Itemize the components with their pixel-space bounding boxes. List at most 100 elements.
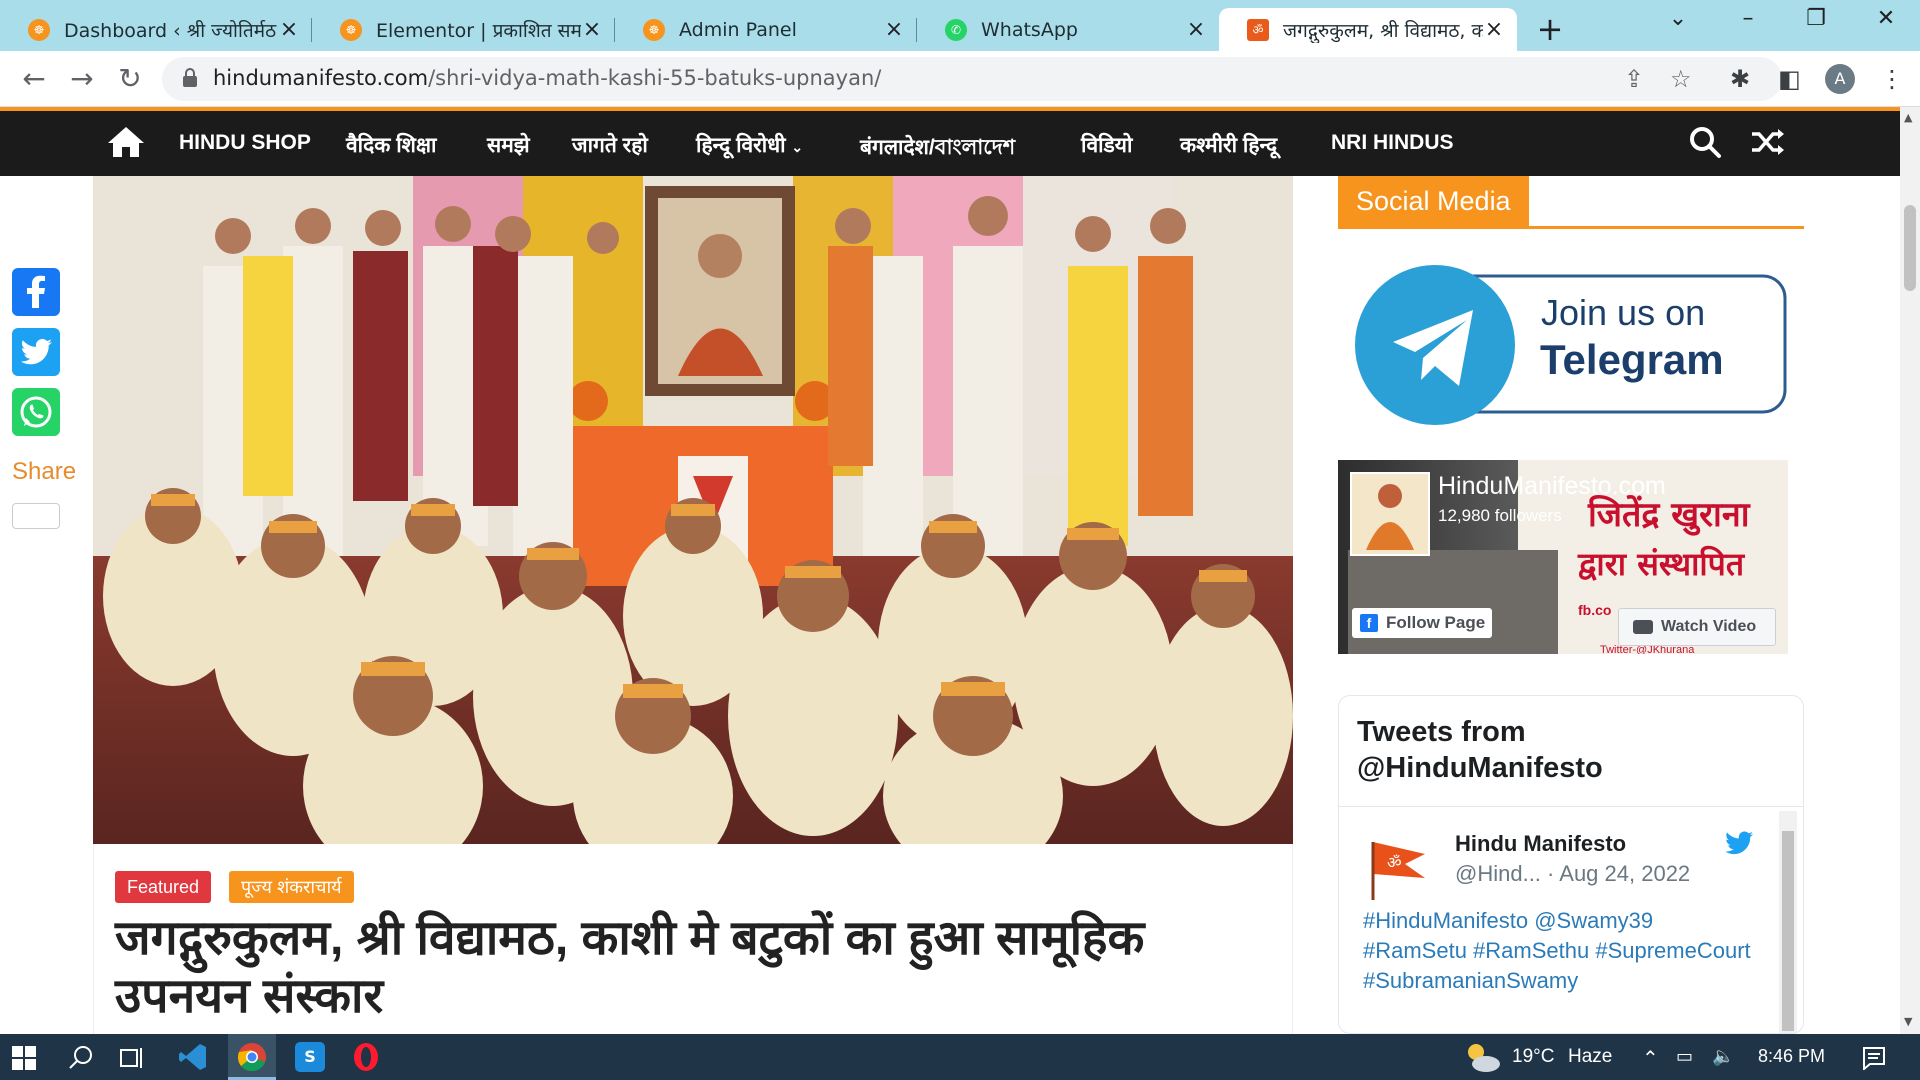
nav-item-bangladesh[interactable]: बंगलादेश/বাংলাদেশ	[860, 131, 1015, 166]
facebook-page-name[interactable]: HinduManifesto.com	[1438, 472, 1666, 501]
tag-shankaracharya[interactable]: पूज्य शंकराचार्य	[229, 871, 354, 903]
chrome-icon[interactable]	[237, 1042, 267, 1072]
restore-icon[interactable]: ❐	[1796, 6, 1836, 31]
windows-taskbar: S 19°C Haze ⌃ ▭ 🔈 8:46 PM	[0, 1034, 1920, 1080]
chevron-down-icon: ⌄	[791, 139, 804, 155]
clock-time[interactable]: 8:46 PM	[1758, 1046, 1825, 1067]
battery-icon[interactable]: ▭	[1676, 1046, 1693, 1067]
facebook-page-logo	[1350, 472, 1430, 556]
home-icon[interactable]	[106, 125, 146, 159]
back-arrow-icon[interactable]: ←	[14, 59, 54, 99]
profile-avatar[interactable]: A	[1825, 64, 1855, 94]
close-window-icon[interactable]: ✕	[1866, 6, 1906, 31]
twitter-bird-icon[interactable]	[1725, 831, 1753, 855]
tab-title: WhatsApp	[981, 18, 1078, 41]
site-nav-bar: HINDU SHOP वैदिक शिक्षा समझे जागते रहो ह…	[0, 107, 1900, 176]
tab-close-icon[interactable]: ×	[581, 17, 603, 42]
share-label: Share	[12, 458, 77, 485]
page-scrollbar[interactable]: ▲ ▼	[1900, 107, 1920, 1034]
notifications-icon[interactable]	[1862, 1046, 1886, 1070]
scroll-down-arrow-icon[interactable]: ▼	[1904, 1015, 1912, 1028]
browser-tab[interactable]: ☸ Admin Panel ×	[615, 8, 917, 51]
tab-close-icon[interactable]: ×	[1483, 17, 1505, 42]
follow-page-button[interactable]: f Follow Page	[1352, 608, 1492, 638]
vscode-icon[interactable]	[178, 1042, 208, 1072]
watch-video-button[interactable]: Watch Video	[1618, 608, 1776, 646]
menu-kebab-icon[interactable]: ⋮	[1880, 65, 1904, 93]
search-icon[interactable]	[68, 1044, 94, 1070]
tab-title: जगद्गुरुकुलम, श्री विद्यामठ, क	[1283, 19, 1483, 42]
tag-featured[interactable]: Featured	[115, 871, 212, 903]
nav-item-video[interactable]: विडियो	[1081, 131, 1132, 159]
bookmark-star-icon[interactable]: ☆	[1670, 65, 1692, 93]
whatsapp-share-button[interactable]	[12, 388, 60, 436]
heading-underline	[1338, 226, 1804, 229]
watch-video-label: Watch Video	[1661, 618, 1757, 635]
nav-item-nri-hindus[interactable]: NRI HINDUS	[1331, 131, 1454, 155]
share-count-box	[12, 503, 60, 529]
nav-item-hindu-shop[interactable]: HINDU SHOP	[179, 131, 311, 155]
volume-icon[interactable]: 🔈	[1712, 1046, 1734, 1067]
telegram-line1: Join us on	[1541, 292, 1706, 333]
tab-search-chevron-icon[interactable]: ⌄	[1658, 6, 1698, 31]
lock-icon	[183, 68, 197, 87]
video-icon	[1633, 620, 1653, 634]
nav-item-samjhe[interactable]: समझे	[487, 131, 530, 159]
browser-tab[interactable]: ☸ Elementor | प्रकाशित समाच ×	[312, 8, 615, 51]
browser-tab-active[interactable]: ॐ जगद्गुरुकुलम, श्री विद्यामठ, क ×	[1219, 8, 1517, 51]
tab-close-icon[interactable]: ×	[1185, 17, 1207, 42]
forward-arrow-icon[interactable]: →	[62, 59, 102, 99]
telegram-line2: Telegram	[1540, 336, 1724, 383]
weather-condition[interactable]: Haze	[1568, 1046, 1612, 1068]
windows-start-icon[interactable]	[12, 1046, 36, 1070]
tab-close-icon[interactable]: ×	[883, 17, 905, 42]
tweet-line[interactable]: #HinduManifesto @Swamy39	[1363, 906, 1763, 936]
tweet-user-name[interactable]: Hindu Manifesto	[1455, 831, 1626, 857]
task-view-icon[interactable]	[120, 1046, 146, 1070]
new-tab-plus-icon[interactable]: +	[1532, 10, 1568, 48]
nav-item-hindu-virodhi[interactable]: हिन्दू विरोधी ⌄	[696, 131, 803, 159]
hindu-manifesto-avatar[interactable]: ॐ	[1365, 834, 1433, 902]
nav-item-jagte-raho[interactable]: जागते रहो	[572, 131, 648, 159]
url-path: /shri-vidya-math-kashi-55-batuks-upnayan…	[428, 66, 882, 90]
browser-tab-strip: ☸ Dashboard ‹ श्री ज्योतिर्मठ ब × ☸ Elem…	[0, 0, 1920, 51]
facebook-icon	[27, 275, 45, 308]
twitter-share-button[interactable]	[12, 328, 60, 376]
weather-haze-icon[interactable]	[1462, 1040, 1502, 1074]
nav-item-label: हिन्दू विरोधी	[696, 134, 786, 157]
twitter-widget-scrollbar[interactable]	[1779, 811, 1797, 1033]
tweet-date[interactable]: · Aug 24, 2022	[1547, 861, 1690, 886]
address-bar[interactable]: hindumanifesto.com/shri-vidya-math-kashi…	[162, 57, 1782, 101]
tab-close-icon[interactable]: ×	[278, 17, 300, 42]
scrollbar-thumb[interactable]	[1904, 205, 1916, 291]
url-text[interactable]: hindumanifesto.com/shri-vidya-math-kashi…	[213, 66, 881, 90]
tab-title: Dashboard ‹ श्री ज्योतिर्मठ ब	[64, 19, 278, 42]
skype-icon[interactable]: S	[295, 1042, 325, 1072]
browser-tab[interactable]: ✆ WhatsApp ×	[917, 8, 1219, 51]
tweet-handle[interactable]: @Hind...	[1455, 861, 1541, 886]
tray-chevron-up-icon[interactable]: ⌃	[1642, 1046, 1659, 1071]
facebook-page-widget[interactable]: जितेंद्र खुराना द्वारा संस्थापित fb.co T…	[1338, 460, 1788, 654]
browser-tab[interactable]: ☸ Dashboard ‹ श्री ज्योतिर्मठ ब ×	[0, 8, 312, 51]
share-page-icon[interactable]: ⇪	[1624, 65, 1644, 93]
tweet-line[interactable]: #RamSetu #RamSethu #SupremeCourt	[1363, 936, 1763, 966]
tweet-line[interactable]: #SubramanianSwamy	[1363, 966, 1763, 996]
shuffle-icon[interactable]	[1750, 127, 1786, 157]
twitter-icon	[20, 339, 53, 365]
tweet-handle-date: @Hind... · Aug 24, 2022	[1455, 861, 1690, 887]
scroll-up-arrow-icon[interactable]: ▲	[1904, 111, 1912, 124]
facebook-share-button[interactable]	[12, 268, 60, 316]
extensions-puzzle-icon[interactable]: ✱	[1730, 65, 1750, 93]
scrollbar-thumb[interactable]	[1782, 831, 1794, 1031]
nav-item-kashmiri-hindu[interactable]: कश्मीरी हिन्दू	[1180, 131, 1277, 159]
search-icon[interactable]	[1688, 125, 1722, 159]
side-panel-icon[interactable]: ◧	[1778, 65, 1801, 93]
reload-icon[interactable]: ↻	[110, 59, 150, 99]
tab-title: Admin Panel	[679, 18, 797, 41]
minimize-icon[interactable]: –	[1728, 6, 1768, 31]
social-media-heading: Social Media	[1338, 176, 1529, 227]
opera-icon[interactable]	[351, 1042, 381, 1072]
nav-item-vedic-shiksha[interactable]: वैदिक शिक्षा	[346, 131, 436, 159]
telegram-join-banner[interactable]: Join us on Telegram	[1355, 262, 1788, 428]
weather-temperature[interactable]: 19°C	[1512, 1046, 1554, 1068]
